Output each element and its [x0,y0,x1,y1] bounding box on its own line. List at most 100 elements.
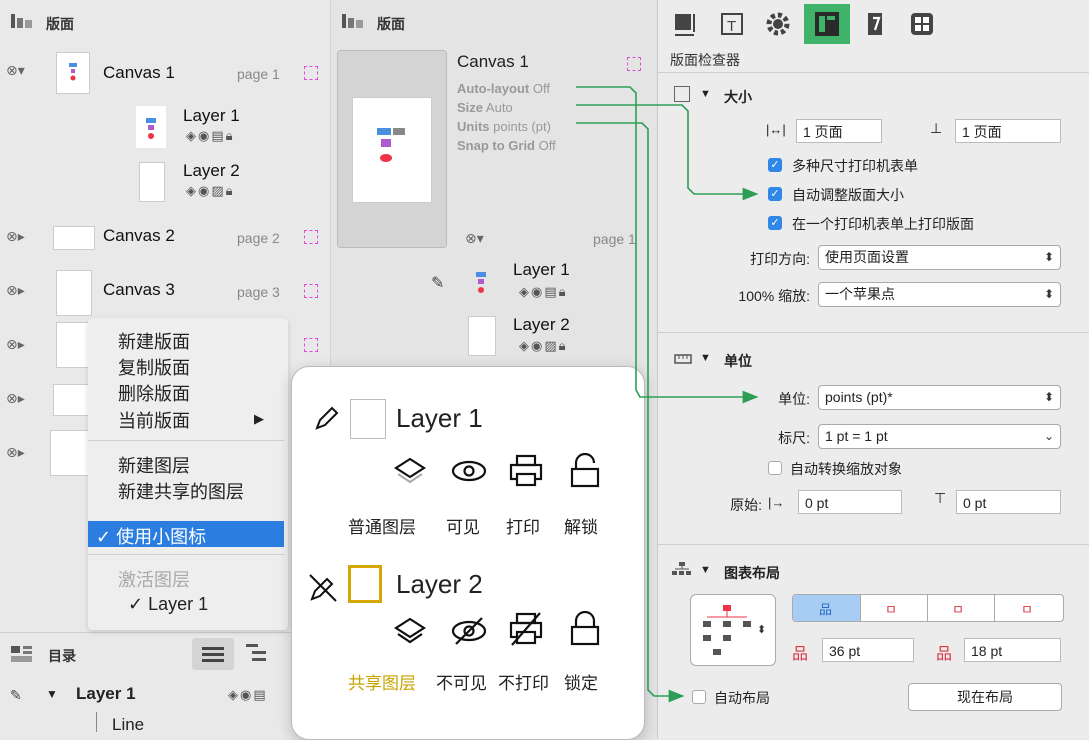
layer-name[interactable]: Layer 2 [183,161,240,181]
layer-name[interactable]: Layer 1 [183,106,240,126]
menu-use-small-icons[interactable]: ✓ 使用小图标 [96,523,206,549]
rank-spacing-field[interactable]: 36 pt [822,638,914,662]
direction-right-left[interactable]: ㅁ [994,595,1063,621]
height-pages-field[interactable]: 1 页面 [955,119,1061,143]
unit-label: 单位: [778,391,810,407]
no-print-icon [508,611,544,652]
canvas-thumbnail [352,97,432,203]
layer-state-icons[interactable]: ◈◉▤🔒︎ [519,284,568,300]
properties-inspector-tab[interactable]: T [718,10,746,43]
canvas-size-icon [304,338,318,352]
origin-y-field[interactable]: 0 pt [956,490,1061,514]
shared-layer-swatch [348,565,382,603]
checkbox-single-sheet[interactable]: ✓ [768,216,782,230]
checkbox-auto-layout[interactable] [692,690,706,704]
outline-layer-name[interactable]: Layer 1 [76,684,136,704]
divider [658,72,1089,73]
canvas-inspector-tab[interactable] [804,4,850,44]
canvas-name[interactable]: Canvas 1 [103,63,175,83]
menu-layer-check[interactable]: ✓ Layer 1 [128,594,208,615]
hierarchy-view-button[interactable] [244,640,274,673]
object-spacing-field[interactable]: 18 pt [964,638,1061,662]
select-value: 一个苹果点 [825,286,895,302]
direction-left-right[interactable]: ㅁ [927,595,995,621]
canvas-thumbnail[interactable] [56,322,92,368]
menu-duplicate-canvas[interactable]: 复制版面 [118,354,190,380]
sidebar-header: 版面 [46,16,74,32]
canvas-thumbnail[interactable] [50,430,92,476]
checkbox-multiple-sizes[interactable]: ✓ [768,158,782,172]
layers-icon[interactable]: ⊗▸ [6,336,25,353]
canvas-size-icon [627,57,641,71]
checkbox-label: 在一个打印机表单上打印版面 [792,216,974,232]
layers-icon[interactable]: ⊗▾ [6,62,25,79]
layer-state-icons[interactable]: ◈◉▨🔒︎ [186,183,235,199]
page-label: page 3 [237,284,280,300]
pencil-icon[interactable]: ✎ [10,687,22,704]
style-inspector-tab[interactable] [672,10,700,43]
layer-state-icons[interactable]: ◈◉▤ [228,687,268,703]
grid-inspector-tab[interactable] [908,10,936,43]
origin-x-field[interactable]: 0 pt [798,490,902,514]
canvas-name[interactable]: Canvas 3 [103,280,175,300]
select-value: 1 pt = 1 pt [825,428,888,444]
layout-now-button[interactable]: 现在布局 [908,683,1062,711]
prop-key: Auto-layout [457,81,530,96]
layer-thumbnail [139,162,165,202]
layer-name[interactable]: Layer 2 [513,315,570,335]
canvas-name[interactable]: Canvas 2 [103,226,175,246]
stepper-icon: ⬍ [1043,390,1054,404]
layer-name[interactable]: Layer 1 [513,260,570,280]
layers-icon[interactable]: ⊗▸ [6,228,25,245]
menu-new-layer[interactable]: 新建图层 [118,452,190,478]
document-inspector-tab[interactable] [862,10,890,43]
disclosure-triangle[interactable]: ▼ [46,687,58,701]
ruler-select[interactable]: 1 pt = 1 pt ⌄ [818,424,1061,449]
direction-bottom-up[interactable]: ㅁ [860,595,928,621]
label-print: 打印 [506,518,540,537]
scale-select[interactable]: 一个苹果点 ⬍ [818,282,1061,307]
disclosure-triangle[interactable]: ▼ [700,564,711,576]
layers-icon[interactable]: ⊗▾ [465,230,484,247]
width-pages-field[interactable]: 1 页面 [796,119,882,143]
hierarchy-icon [672,562,692,581]
direction-top-down[interactable]: 品 [793,595,860,621]
disclosure-triangle[interactable]: ▼ [700,88,711,100]
orientation-select[interactable]: 使用页面设置 ⬍ [818,245,1061,270]
menu-new-canvas[interactable]: 新建版面 [118,328,190,354]
checkbox-auto-resize[interactable]: ✓ [768,187,782,201]
checkbox-auto-convert[interactable] [768,461,782,475]
label-unlocked: 解锁 [564,518,598,537]
inspector-title: 版面检查器 [670,52,740,68]
tree-line [96,712,97,732]
menu-activate-layer: 激活图层 [118,570,190,590]
normal-layer-icon [392,455,428,492]
canvas-thumbnail[interactable] [56,52,90,94]
outline-child[interactable]: Line [112,715,144,735]
scale-label: 100% 缩放: [738,288,810,304]
context-menu: 新建版面 复制版面 删除版面 当前版面 ▶ 新建图层 新建共享的图层 ✓ 使用小… [88,318,288,630]
menu-current-canvas[interactable]: 当前版面 [118,407,190,433]
canvas-preview[interactable] [337,50,447,248]
pencil-icon[interactable]: ✎ [431,273,444,293]
disclosure-triangle[interactable]: ▼ [700,352,711,364]
layers-icon[interactable]: ⊗▸ [6,390,25,407]
layer-state-icons[interactable]: ◈◉▤🔒︎ [186,128,235,144]
layer-state-icons[interactable]: ◈◉▨🔒︎ [519,338,568,354]
prop-value: Off [532,81,550,96]
menu-new-shared-layer[interactable]: 新建共享的图层 [118,478,244,504]
layout-type-selector[interactable]: ⬍ [690,594,776,666]
menu-delete-canvas[interactable]: 删除版面 [118,380,190,406]
origin-y-icon: ⊤ [934,490,947,506]
gear-icon[interactable] [764,10,792,43]
canvas-thumbnail[interactable] [53,226,95,250]
layers-icon[interactable]: ⊗▸ [6,444,25,461]
canvases-icon [341,12,365,37]
list-view-button[interactable] [192,638,234,670]
unit-select[interactable]: points (pt)* ⬍ [818,385,1061,410]
layers-icon[interactable]: ⊗▸ [6,282,25,299]
svg-text:T: T [727,18,736,35]
outline-icon [10,644,34,669]
origin-label: 原始: [730,497,762,513]
canvas-thumbnail[interactable] [56,270,92,316]
